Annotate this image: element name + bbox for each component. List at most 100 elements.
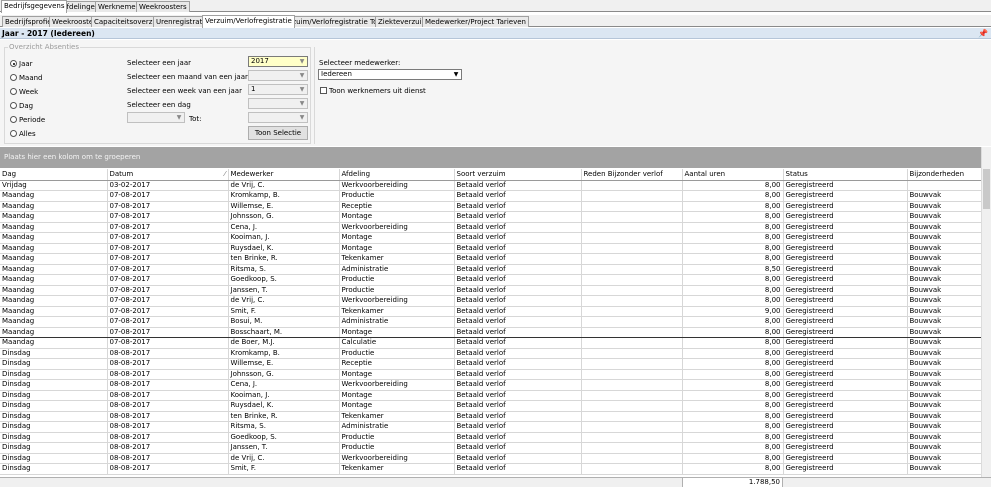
table-row[interactable]: Maandag 07-08-2017 ten Brinke, R. Tekenkame… [0,253,981,265]
table-cell: Montage [339,211,455,223]
table-cell: Montage [339,369,455,380]
show-selection-button[interactable]: Toon Selectie [248,126,308,140]
table-row[interactable]: Maandag 07-08-2017 Willemse, E. Receptie Bet… [0,201,981,212]
table-row[interactable]: Maandag 07-08-2017 Janssen, T. Productie Bet… [0,285,981,296]
table-row[interactable]: Dinsdag 08-08-2017 Kooiman, J. Montage Betaa… [0,390,981,401]
table-row[interactable]: Dinsdag 08-08-2017 de Vrij, C. Werkvoorbere… [0,453,981,464]
table-row[interactable]: Maandag 07-08-2017 de Vrij, C. Werkvoorbere… [0,295,981,307]
sort-icon: ⁄ [224,169,226,178]
table-cell: de Vrij, C. [228,180,340,191]
table-cell: Dinsdag [0,390,108,401]
table-row[interactable]: Maandag 07-08-2017 Johnsson, G. Montage Beta… [0,211,981,223]
radio-jaar[interactable]: Jaar [10,59,33,69]
tab-bedrijfsgegevens[interactable]: Bedrijfsgegevens [1,0,68,13]
table-row[interactable]: Maandag 07-08-2017 Ruysdael, K. Montage Beta… [0,243,981,254]
table-row[interactable]: Dinsdag 08-08-2017 Cena, J. Werkvoorbereidi… [0,379,981,391]
table-cell: Betaald verlof [454,411,582,422]
scrollbar-thumb[interactable] [983,169,990,209]
table-cell: Dinsdag [0,432,108,443]
week-select[interactable]: 1 ▼ [248,84,308,95]
radio-maand-label: Maand [19,74,43,82]
tab-weekroosters[interactable]: Weekroosters [136,1,190,12]
table-row[interactable]: Maandag 07-08-2017 Ritsma, S. Administratie… [0,264,981,275]
tab-verzuim-verlofregistratie[interactable]: Verzuim/Verlofregistratie [202,15,295,28]
radio-week[interactable]: Week [10,87,38,97]
table-cell: Betaald verlof [454,463,582,475]
group-by-panel[interactable]: Plaats hier een kolom om te groeperen [0,147,991,168]
table-row[interactable]: Maandag 07-08-2017 Smit, F. Tekenkamer Betaa… [0,306,981,317]
table-cell [581,232,683,244]
pin-icon[interactable]: 📌 [978,28,988,39]
column-header[interactable]: Bijzonderheden [907,169,981,181]
table-row[interactable]: Vrijdag 03-02-2017 de Vrij, C. Werkvoorbere… [0,180,981,191]
table-cell: Montage [339,390,455,401]
column-header[interactable]: Dag [0,169,108,181]
table-row[interactable]: Dinsdag 08-08-2017 Smit, F. Tekenkamer Betaa… [0,463,981,475]
table-cell: Bouwvak [907,369,981,380]
employee-select[interactable]: Iedereen ▼ [318,69,462,80]
table-cell: Bouwvak [907,421,981,433]
table-cell: Bouwvak [907,442,981,454]
column-header-label: Soort verzuim [456,169,506,178]
column-header[interactable]: Afdeling [339,169,455,181]
radio-dag[interactable]: Dag [10,101,33,111]
table-cell: 07-08-2017 [107,190,229,202]
table-cell: Geregistreerd [783,326,908,338]
table-row[interactable]: Dinsdag 08-08-2017 Johnsson, G. Montage Beta… [0,369,981,380]
vertical-scrollbar[interactable] [981,147,991,477]
table-cell: Cena, J. [228,222,340,233]
table-cell [581,243,683,254]
radio-periode[interactable]: Periode [10,115,45,125]
radio-alles[interactable]: Alles [10,129,36,139]
table-row[interactable]: Dinsdag 08-08-2017 Willemse, E. Receptie Bet… [0,358,981,370]
table-cell: Geregistreerd [783,222,908,233]
table-cell: Betaald verlof [454,180,582,191]
table-cell: Betaald verlof [454,232,582,244]
table-cell: Productie [339,432,455,443]
period-to-select[interactable]: ▼ [248,112,308,123]
period-from-select[interactable]: ▼ [127,112,185,123]
table-row[interactable]: Maandag 07-08-2017 Bosschaart, M. Montage Be… [0,326,981,338]
table-cell [581,348,683,359]
table-row[interactable]: Dinsdag 08-08-2017 Goedkoop, S. Productie Be… [0,432,981,443]
table-cell: ten Brinke, R. [228,411,340,422]
column-header[interactable]: Soort verzuim [454,169,582,181]
table-row[interactable]: Maandag 07-08-2017 Kooiman, J. Montage Betaa… [0,232,981,244]
radio-periode-label: Periode [19,116,46,124]
show-former-employees-checkbox[interactable]: Toon werknemers uit dienst [320,87,426,95]
table-row[interactable]: Dinsdag 08-08-2017 Ruysdael, K. Montage Beta… [0,400,981,412]
table-cell: Maandag [0,190,108,202]
table-cell: 8,00 [682,232,784,244]
table-cell: 8,00 [682,463,784,475]
year-select[interactable]: 2017 ▼ [248,56,308,67]
table-row[interactable]: Dinsdag 08-08-2017 Kromkamp, B. Productie Be… [0,348,981,359]
table-row[interactable]: Maandag 07-08-2017 Bosui, M. Administratie B… [0,316,981,328]
table-cell: Maandag [0,253,108,265]
column-header[interactable]: Datum ⁄ [107,169,229,181]
table-row[interactable]: Dinsdag 08-08-2017 Ritsma, S. Administratie… [0,421,981,433]
column-header[interactable]: Reden Bijzonder verlof [581,169,683,181]
column-header[interactable]: Aantal uren [682,169,784,181]
radio-dag-label: Dag [19,102,34,110]
month-select[interactable]: ▼ [248,70,308,81]
radio-icon [10,116,17,123]
table-row[interactable]: Maandag 07-08-2017 de Boer, M.J. Calculatie… [0,337,981,349]
radio-maand[interactable]: Maand [10,73,43,83]
table-cell: Geregistreerd [783,190,908,202]
tab-medewerker-project-tarieven[interactable]: Medewerker/Project Tarieven [422,16,529,27]
table-cell: Geregistreerd [783,201,908,212]
period-to-label: Tot: [189,115,202,123]
table-row[interactable]: Dinsdag 08-08-2017 Janssen, T. Productie Bet… [0,442,981,454]
table-cell: Betaald verlof [454,222,582,233]
table-row[interactable]: Dinsdag 08-08-2017 ten Brinke, R. Tekenkame… [0,411,981,422]
table-row[interactable]: Maandag 07-08-2017 Goedkoop, S. Productie Be… [0,274,981,286]
table-row[interactable]: Maandag 07-08-2017 Cena, J. Werkvoorbereidi… [0,222,981,233]
table-row[interactable]: Maandag 07-08-2017 Kromkamp, B. Productie Be… [0,190,981,202]
table-cell: Betaald verlof [454,348,582,359]
table-cell: 08-08-2017 [107,421,229,433]
radio-icon [10,74,17,81]
column-header[interactable]: Status [783,169,908,181]
day-select[interactable]: ▼ [248,98,308,109]
column-header[interactable]: Medewerker [228,169,340,181]
table-cell [581,369,683,380]
